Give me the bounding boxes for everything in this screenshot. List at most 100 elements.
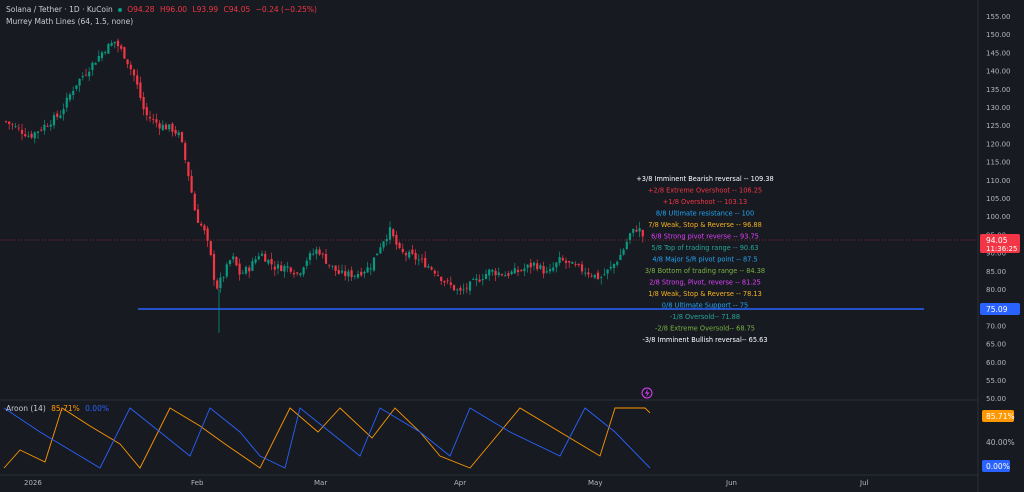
candle-body <box>635 229 638 232</box>
murrey-label: 7/8 Weak, Stop & Reverse -- 96.88 <box>648 221 762 229</box>
candle-body <box>40 129 43 131</box>
murrey-label: -3/8 Imminent Bullish reversal-- 65.63 <box>642 336 767 344</box>
lightning-icon[interactable] <box>641 387 653 399</box>
candle-body <box>404 253 408 256</box>
price-tick-label: 150.00 <box>986 31 1011 39</box>
support-price-badge: 75.09 <box>980 303 1020 315</box>
candle-body <box>580 264 584 272</box>
time-tick-label: Feb <box>191 479 204 487</box>
candle-body <box>78 78 81 86</box>
candle-body <box>254 259 257 263</box>
candle-body <box>558 256 561 264</box>
candle-body <box>104 52 107 54</box>
price-tick-label: 55.00 <box>986 377 1006 385</box>
candle-body <box>427 266 430 268</box>
price-tick-label: 65.00 <box>986 341 1006 349</box>
candle-body <box>452 284 456 291</box>
candle-body <box>283 266 286 272</box>
candle-body <box>468 281 472 291</box>
candle-body <box>443 280 446 283</box>
candle-body <box>212 254 216 280</box>
time-axis[interactable]: 2026 Feb Mar Apr May Jun Jul <box>24 479 869 487</box>
candle-body <box>299 273 302 276</box>
candle-body <box>126 59 129 65</box>
candle-body <box>184 143 187 160</box>
candle-body <box>475 278 478 281</box>
candle-body <box>75 85 78 89</box>
candle-body <box>545 271 548 273</box>
candle-body <box>152 118 155 120</box>
candle-body <box>350 270 353 278</box>
candle-body <box>414 252 417 260</box>
candle-body <box>616 261 619 265</box>
candle-body <box>177 132 180 136</box>
candle-body <box>228 260 232 265</box>
aroon-down-badge-value: 0.00% <box>986 462 1010 471</box>
candle-body <box>164 124 168 130</box>
price-tick-label: 85.00 <box>986 268 1006 276</box>
aroon-down-value: 0.00% <box>85 404 109 413</box>
price-axis[interactable]: 155.00 150.00 145.00 140.00 135.00 130.00 125.… <box>986 13 1011 403</box>
candle-body <box>113 41 116 44</box>
price-tick-label: 80.00 <box>986 286 1006 294</box>
candle-body <box>366 267 369 273</box>
price-tick-label: 155.00 <box>986 13 1011 21</box>
time-tick-label: 2026 <box>24 479 42 487</box>
aroon-up-value: 85.71% <box>51 404 80 413</box>
murrey-label: 1/8 Weak, Stop & Reverse -- 78.13 <box>648 290 762 298</box>
candle-body <box>315 249 318 254</box>
chart-canvas[interactable]: 155.00 150.00 145.00 140.00 135.00 130.00 125.… <box>0 0 1024 492</box>
candle-body <box>193 193 196 211</box>
candle-body <box>363 271 366 274</box>
candle-body <box>129 64 132 70</box>
candle-body <box>43 124 46 131</box>
candle-body <box>168 124 171 130</box>
candle-body <box>321 253 324 255</box>
time-tick-label: Mar <box>314 479 327 487</box>
candle-body <box>248 267 251 272</box>
candle-body <box>8 121 11 124</box>
candle-body <box>216 280 219 289</box>
candle-body <box>372 257 376 271</box>
candle-body <box>632 228 635 233</box>
candle-body <box>584 272 587 274</box>
murrey-label: 2/8 Strong, Pivot, reverse -- 81.25 <box>649 279 761 287</box>
candle-body <box>171 123 174 132</box>
support-price-value: 75.09 <box>986 305 1008 314</box>
candle-body <box>398 242 401 248</box>
candle-body <box>260 253 264 256</box>
candle-body <box>360 271 363 276</box>
candle-body <box>520 270 523 271</box>
candle-body <box>88 71 91 77</box>
candle-body <box>641 230 644 237</box>
candle-body <box>552 267 555 271</box>
candle-body <box>312 253 315 255</box>
candle-body <box>590 275 593 277</box>
candle-body <box>539 265 542 269</box>
candle-body <box>328 264 331 266</box>
candle-body <box>84 74 88 76</box>
candle-body <box>542 266 545 274</box>
candle-body <box>36 131 40 133</box>
aroon-pane <box>3 407 651 469</box>
candle-body <box>59 115 62 118</box>
candle-body <box>513 268 516 274</box>
candle-body <box>568 260 571 263</box>
candle-body <box>107 43 110 54</box>
price-tick-label: 125.00 <box>986 122 1011 130</box>
candle-body <box>65 97 68 108</box>
candle-body <box>276 264 280 269</box>
candle-body <box>529 262 532 268</box>
candle-body <box>116 40 120 47</box>
candle-body <box>369 268 372 270</box>
candle-body <box>273 266 276 270</box>
candle-body <box>500 274 504 276</box>
candle-body <box>638 228 641 232</box>
candle-body <box>180 132 184 143</box>
candle-body <box>289 267 292 272</box>
aroon-legend[interactable]: Aroon (14) 85.71% 0.00% <box>6 404 112 413</box>
candle-body <box>577 263 580 265</box>
candle-body <box>497 272 500 276</box>
murrey-label: 3/8 Bottom of trading range -- 84.38 <box>645 267 765 275</box>
candle-body <box>62 109 65 115</box>
